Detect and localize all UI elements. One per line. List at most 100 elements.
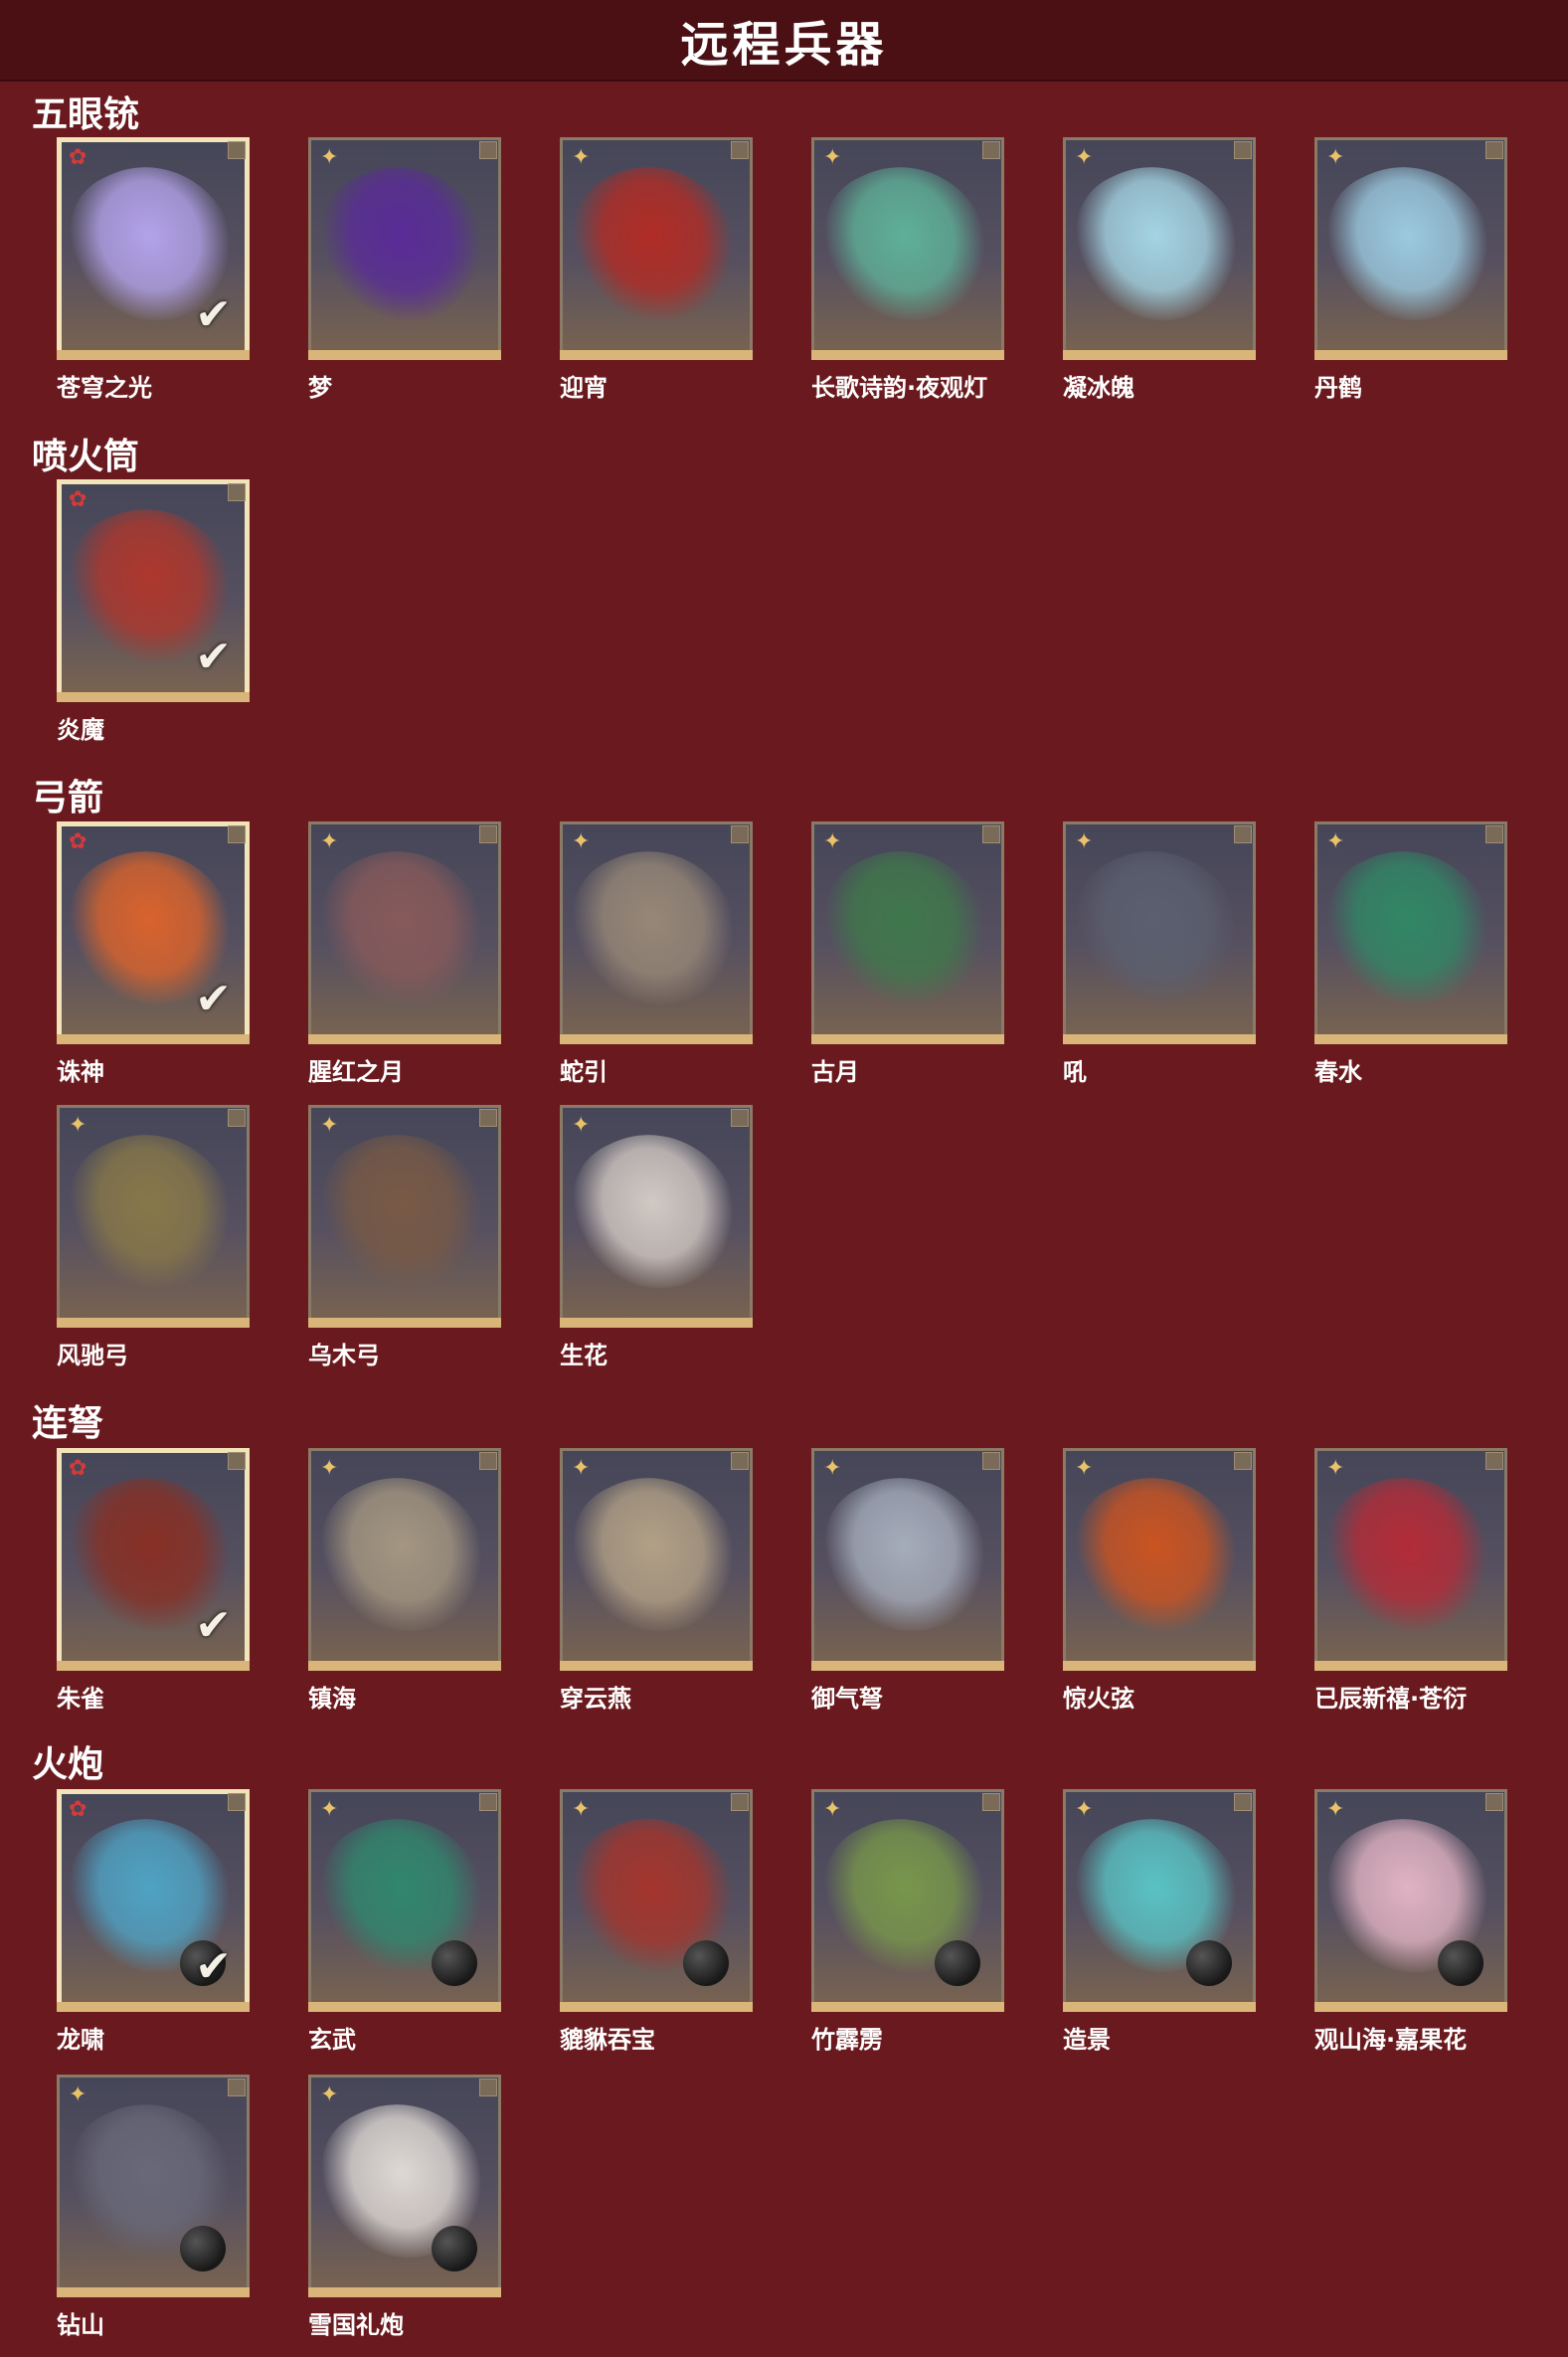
page-header: 远程兵器: [0, 0, 1568, 82]
weapon-card[interactable]: ✦: [1307, 1789, 1514, 2012]
corner-badge-icon: [479, 1109, 497, 1127]
weapon-card[interactable]: ✦: [1307, 821, 1514, 1044]
weapon-card[interactable]: ✦: [301, 2075, 508, 2297]
weapon-card[interactable]: ✦: [553, 1789, 760, 2012]
card-rarity-strip: [308, 2287, 501, 2297]
weapon-card[interactable]: ✿ ✔: [50, 479, 257, 702]
card-rarity-strip: [560, 350, 753, 360]
section-title: 五眼铳: [32, 94, 140, 135]
weapon-card[interactable]: ✦: [50, 1105, 257, 1328]
weapon-name: 穿云燕: [560, 1685, 631, 1713]
weapon-card[interactable]: ✦: [1056, 1448, 1263, 1671]
weapon-name: 惊火弦: [1063, 1685, 1134, 1713]
weapon-card[interactable]: ✦: [301, 137, 508, 360]
weapon-card[interactable]: ✿ ✔: [50, 821, 257, 1044]
card-rarity-strip: [57, 1318, 250, 1328]
checkmark-icon: ✔: [195, 289, 232, 340]
cannonball-icon: [432, 2226, 477, 2271]
corner-badge-icon: [1234, 1793, 1252, 1811]
sparkle-icon: ✦: [823, 145, 842, 170]
weapon-name: 御气弩: [811, 1685, 883, 1713]
checkmark-icon: ✔: [195, 974, 232, 1024]
weapon-name: 吼: [1063, 1058, 1087, 1086]
weapon-name: 春水: [1314, 1058, 1362, 1086]
star-icon: ✿: [69, 1797, 87, 1822]
checkmark-icon: ✔: [195, 1600, 232, 1651]
card-rarity-strip: [1314, 1661, 1507, 1671]
section-title: 喷火筒: [32, 437, 140, 477]
corner-badge-icon: [982, 141, 1000, 159]
weapon-card[interactable]: ✦: [804, 137, 1011, 360]
page-title: 远程兵器: [680, 17, 888, 73]
weapon-card[interactable]: ✦: [301, 1448, 508, 1671]
corner-badge-icon: [731, 1452, 749, 1470]
card-rarity-strip: [560, 1661, 753, 1671]
weapon-name: 玄武: [308, 2026, 356, 2054]
weapon-name: 生花: [560, 1342, 608, 1369]
corner-badge-icon: [982, 825, 1000, 843]
weapon-card[interactable]: ✦: [553, 1105, 760, 1328]
sparkle-icon: ✦: [320, 2083, 339, 2107]
weapon-name: 钻山: [57, 2311, 104, 2339]
sparkle-icon: ✦: [69, 2083, 87, 2107]
cannonball-icon: [432, 1940, 477, 1986]
star-icon: ✿: [69, 829, 87, 854]
weapon-card[interactable]: ✦: [804, 1789, 1011, 2012]
sparkle-icon: ✦: [823, 1797, 842, 1822]
weapon-name: 朱雀: [57, 1685, 104, 1713]
card-rarity-strip: [811, 1661, 1004, 1671]
corner-badge-icon: [228, 825, 246, 843]
weapon-card[interactable]: ✦: [301, 1105, 508, 1328]
weapon-card[interactable]: ✦: [1056, 137, 1263, 360]
weapon-card[interactable]: ✦: [553, 821, 760, 1044]
corner-badge-icon: [479, 1793, 497, 1811]
section-title: 弓箭: [32, 778, 104, 818]
weapon-card[interactable]: ✿ ✔: [50, 1448, 257, 1671]
sparkle-icon: ✦: [320, 145, 339, 170]
weapon-card[interactable]: ✦: [804, 1448, 1011, 1671]
star-icon: ✿: [69, 1456, 87, 1481]
cannonball-icon: [935, 1940, 980, 1986]
weapon-card[interactable]: ✦: [301, 1789, 508, 2012]
weapon-card[interactable]: ✦: [301, 821, 508, 1044]
weapon-card[interactable]: ✿ ✔: [50, 137, 257, 360]
card-rarity-strip: [308, 1034, 501, 1044]
corner-badge-icon: [228, 1793, 246, 1811]
weapon-card[interactable]: ✿ ✔: [50, 1789, 257, 2012]
sparkle-icon: ✦: [1326, 1456, 1345, 1481]
cannonball-icon: [180, 2226, 226, 2271]
weapon-name: 丹鹤: [1314, 374, 1362, 402]
cannonball-icon: [1186, 1940, 1232, 1986]
card-rarity-strip: [1063, 1034, 1256, 1044]
weapon-name: 炎魔: [57, 716, 104, 744]
card-rarity-strip: [1063, 2002, 1256, 2012]
sparkle-icon: ✦: [572, 1113, 591, 1138]
weapon-card[interactable]: ✦: [1307, 1448, 1514, 1671]
weapon-card[interactable]: ✦: [1307, 137, 1514, 360]
sparkle-icon: ✦: [1326, 145, 1345, 170]
corner-badge-icon: [479, 825, 497, 843]
card-rarity-strip: [57, 1034, 250, 1044]
corner-badge-icon: [228, 1109, 246, 1127]
sparkle-icon: ✦: [320, 1456, 339, 1481]
weapon-name: 苍穹之光: [57, 374, 152, 402]
sparkle-icon: ✦: [572, 1797, 591, 1822]
card-rarity-strip: [560, 1318, 753, 1328]
card-rarity-strip: [811, 1034, 1004, 1044]
sparkle-icon: ✦: [572, 145, 591, 170]
weapon-name: 腥红之月: [308, 1058, 404, 1086]
weapon-name: 古月: [811, 1058, 859, 1086]
weapon-card[interactable]: ✦: [1056, 1789, 1263, 2012]
star-icon: ✿: [69, 145, 87, 170]
weapon-card[interactable]: ✦: [553, 1448, 760, 1671]
sparkle-icon: ✦: [69, 1113, 87, 1138]
weapon-card[interactable]: ✦: [50, 2075, 257, 2297]
card-rarity-strip: [1063, 350, 1256, 360]
weapon-card[interactable]: ✦: [1056, 821, 1263, 1044]
weapon-name: 竹霹雳: [811, 2026, 883, 2054]
weapon-card[interactable]: ✦: [553, 137, 760, 360]
weapon-card[interactable]: ✦: [804, 821, 1011, 1044]
sparkle-icon: ✦: [823, 1456, 842, 1481]
weapon-name: 雪国礼炮: [308, 2311, 404, 2339]
corner-badge-icon: [1234, 141, 1252, 159]
